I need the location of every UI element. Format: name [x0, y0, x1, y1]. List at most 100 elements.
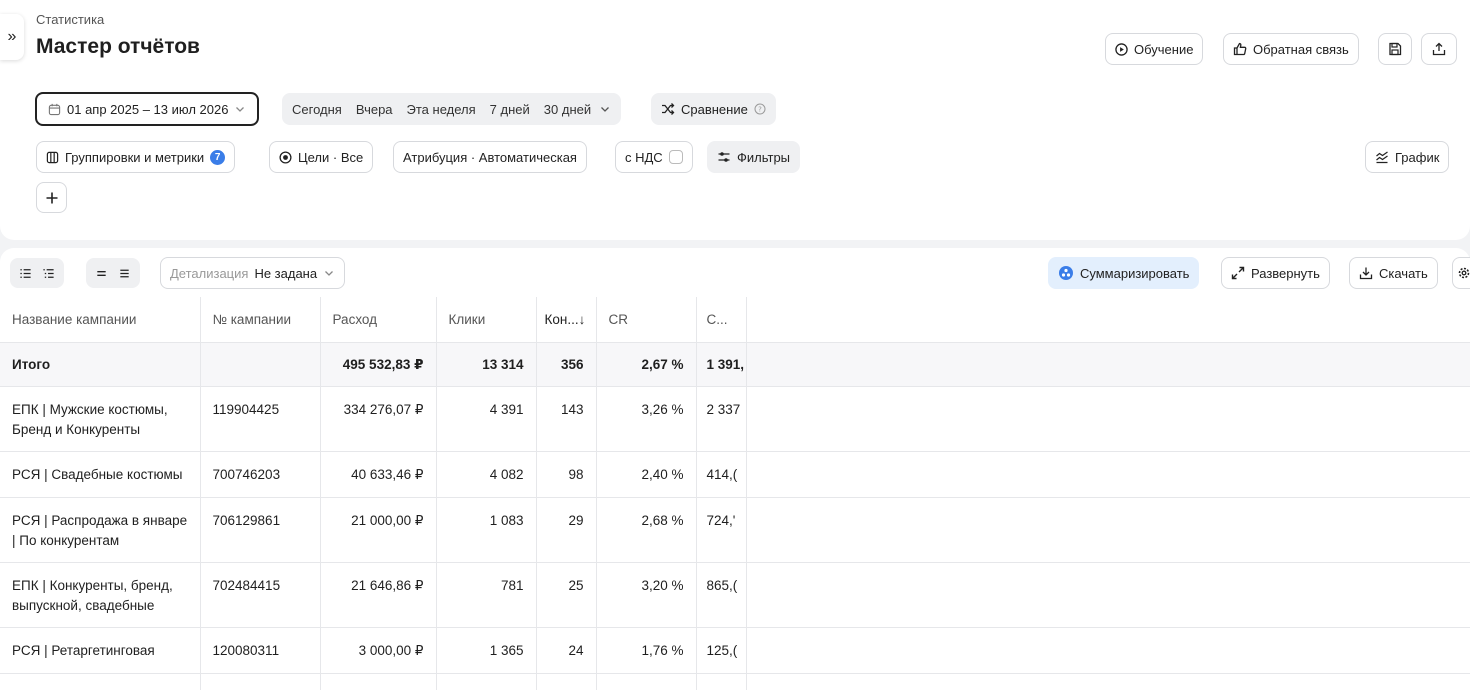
feedback-label: Обратная связь	[1253, 41, 1349, 57]
goals-button[interactable]: Цели · Все	[269, 141, 374, 173]
table-row[interactable]: РСЯ | Ретаргетинговая 120080311 3 000,00…	[0, 627, 1470, 674]
table-cell: 700746203	[200, 451, 321, 498]
attribution-label: Атрибуция · Автоматическая	[403, 149, 577, 165]
sliders-icon	[718, 152, 730, 162]
training-button[interactable]: Обучение	[1105, 33, 1204, 65]
chart-button[interactable]: График	[1365, 141, 1450, 173]
list-icon[interactable]	[19, 267, 32, 280]
list-indent-icon[interactable]	[42, 267, 55, 280]
column-header-conversions[interactable]: Кон...↓	[536, 297, 597, 343]
table-cell: 702189295	[200, 673, 321, 690]
preset-yesterday[interactable]: Вчера	[356, 102, 393, 117]
table-cell: 1,76 %	[596, 627, 697, 674]
table-cell: 724,'	[696, 497, 747, 563]
table-cell: 1 083	[436, 497, 537, 563]
column-header-campaign-id[interactable]: № кампании	[200, 297, 321, 343]
table-cell: 119904425	[200, 386, 321, 452]
filters-button[interactable]: Фильтры	[707, 141, 801, 173]
campaign-name-cell[interactable]: РСЯ | Распродажа в январе | По конкурент…	[0, 497, 201, 563]
attribution-button[interactable]: Атрибуция · Автоматическая	[393, 141, 587, 173]
save-report-button[interactable]	[1378, 33, 1412, 65]
table-cell: 356	[536, 342, 597, 387]
table-cell: 495 532,83 ₽	[320, 342, 437, 387]
table-cell: 1 365	[436, 627, 537, 674]
download-button[interactable]: Скачать	[1349, 257, 1438, 289]
table-cell: 4 082	[436, 451, 537, 498]
table-cell	[746, 342, 1470, 387]
calendar-icon	[48, 103, 61, 115]
compare-button[interactable]: Сравнение ?	[651, 93, 776, 125]
table-cell	[746, 627, 1470, 674]
table-cell: 3,26 %	[596, 386, 697, 452]
vat-label: с НДС	[625, 149, 663, 165]
table-cell	[200, 342, 321, 387]
compare-label: Сравнение	[681, 101, 748, 117]
table-cell: 2,40 %	[596, 451, 697, 498]
table-cell: 4 391	[436, 386, 537, 452]
column-header-campaign-name[interactable]: Название кампании	[0, 297, 201, 343]
sidebar-toggle-button[interactable]: »	[0, 14, 24, 60]
column-header-cpa[interactable]: С...	[696, 297, 747, 343]
table-cell	[746, 673, 1470, 690]
campaign-name-cell[interactable]: ЕПК | Мужские костюмы, Бренд и Конкурент…	[0, 386, 201, 452]
table-cell	[746, 562, 1470, 628]
campaign-name-cell[interactable]: ЕПК | Конкуренты, бренд, выпускной, свад…	[0, 562, 201, 628]
preset-this-week[interactable]: Эта неделя	[407, 102, 476, 117]
campaign-name-cell[interactable]: РСЯ | Ретаргетинговая	[0, 627, 201, 674]
upload-icon	[1432, 42, 1446, 56]
row-density-toggle[interactable]	[86, 258, 140, 288]
table-cell: 3 000,00 ₽	[320, 627, 437, 674]
density-normal-icon[interactable]	[118, 267, 131, 280]
table-cell: 16	[536, 673, 597, 690]
groupings-count-badge: 7	[210, 149, 226, 165]
preset-today[interactable]: Сегодня	[292, 102, 342, 117]
campaign-name-cell[interactable]: РСЯ | Распродажа	[0, 673, 201, 690]
table-cell: 2 337	[696, 386, 747, 452]
table-cell: 2,67 %	[596, 342, 697, 387]
expand-icon	[1231, 266, 1245, 280]
view-mode-toggle[interactable]	[10, 258, 64, 288]
save-icon	[1389, 42, 1402, 56]
feedback-button[interactable]: Обратная связь	[1223, 33, 1359, 65]
table-row[interactable]: ЕПК | Мужские костюмы, Бренд и Конкурент…	[0, 386, 1470, 452]
summarize-button[interactable]: Суммаризировать	[1048, 257, 1200, 289]
gear-icon	[1458, 267, 1470, 279]
detail-select[interactable]: Детализация Не задана	[160, 257, 346, 289]
vat-checkbox[interactable]	[668, 150, 683, 164]
preset-30-days[interactable]: 30 дней	[544, 102, 591, 117]
table-settings-button[interactable]	[1452, 257, 1470, 289]
groupings-label: Группировки и метрики	[65, 149, 205, 165]
table-row[interactable]: РСЯ | Распродажа 702189295 15 270,34 ₽ 6…	[0, 673, 1470, 690]
add-button[interactable]	[36, 182, 67, 213]
share-button[interactable]	[1421, 33, 1457, 65]
table-cell: 29	[536, 497, 597, 563]
table-cell	[746, 497, 1470, 563]
chevron-down-icon	[236, 107, 245, 112]
breadcrumb[interactable]: Статистика	[36, 12, 104, 27]
chevron-down-icon[interactable]	[599, 103, 611, 115]
column-header-spend[interactable]: Расход	[320, 297, 437, 343]
table-row[interactable]: ЕПК | Конкуренты, бренд, выпускной, свад…	[0, 562, 1470, 628]
table-toolbar: Детализация Не задана Суммаризировать Ра…	[0, 248, 1470, 298]
expand-button[interactable]: Развернуть	[1221, 257, 1330, 289]
download-icon	[1359, 267, 1373, 280]
download-label: Скачать	[1379, 265, 1428, 281]
goals-label: Цели · Все	[298, 149, 364, 165]
target-icon	[279, 150, 292, 164]
column-header-cr[interactable]: CR	[596, 297, 697, 343]
table-row[interactable]: РСЯ | Распродажа в январе | По конкурент…	[0, 497, 1470, 563]
date-range-picker[interactable]: 01 апр 2025 – 13 июл 2026	[35, 92, 260, 126]
chart-label: График	[1395, 149, 1440, 165]
table-row[interactable]: РСЯ | Свадебные костюмы 700746203 40 633…	[0, 451, 1470, 498]
help-icon[interactable]: ?	[754, 103, 766, 115]
training-label: Обучение	[1134, 41, 1194, 57]
table-cell: 13 314	[436, 342, 537, 387]
preset-7-days[interactable]: 7 дней	[490, 102, 530, 117]
chart-lines-icon	[1376, 151, 1388, 164]
vat-toggle[interactable]: с НДС	[615, 141, 693, 173]
campaign-name-cell[interactable]: РСЯ | Свадебные костюмы	[0, 451, 201, 498]
column-header-clicks[interactable]: Клики	[436, 297, 537, 343]
groupings-metrics-button[interactable]: Группировки и метрики 7	[36, 141, 236, 173]
density-compact-icon[interactable]	[95, 267, 108, 280]
column-filler	[746, 297, 1470, 343]
